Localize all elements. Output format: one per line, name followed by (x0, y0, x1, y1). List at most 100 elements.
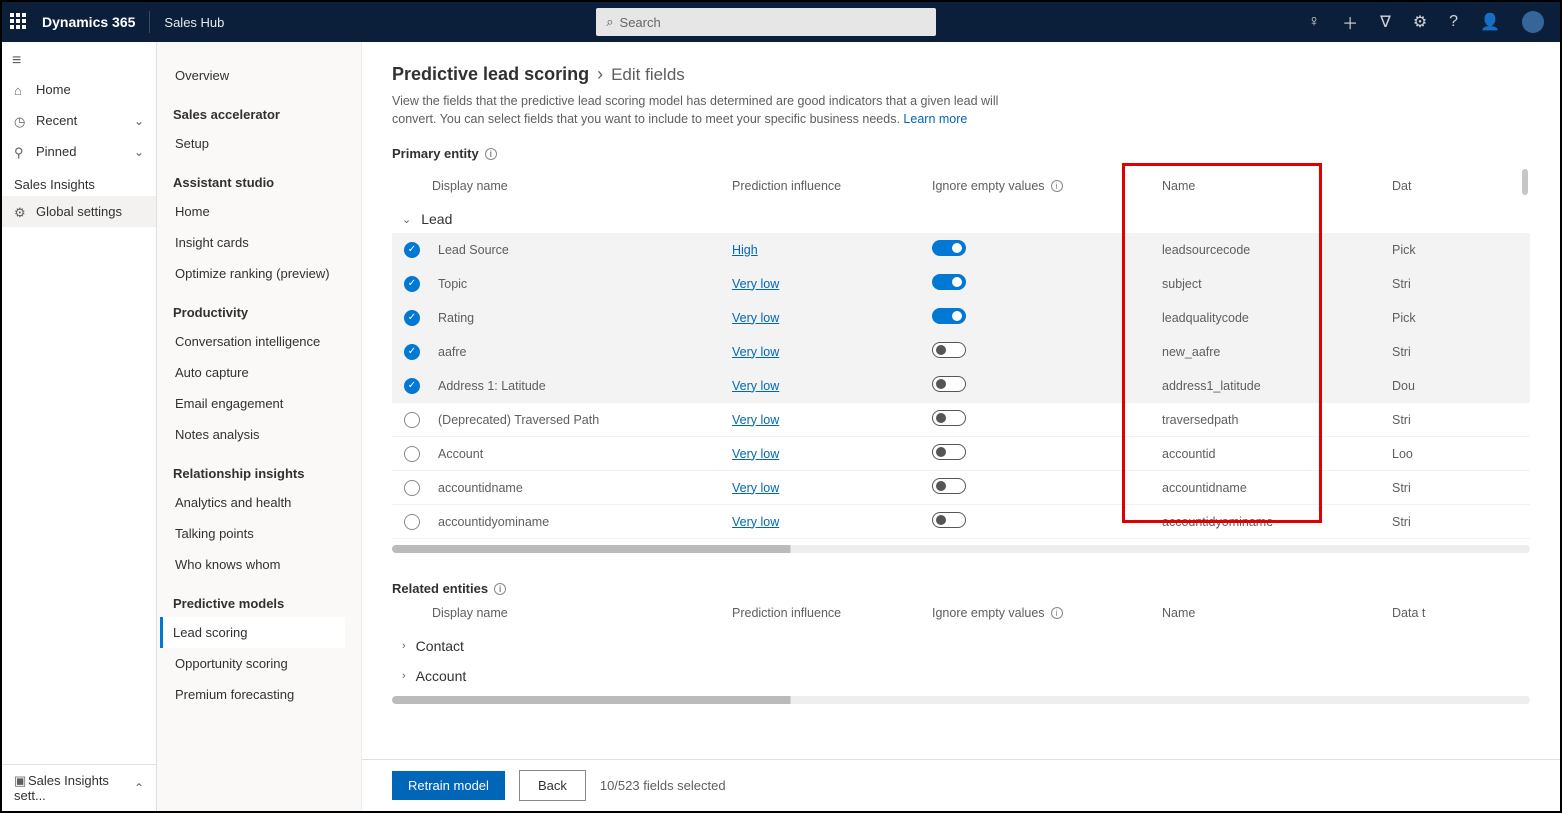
row-checkbox[interactable] (404, 446, 420, 462)
prediction-influence-link[interactable]: Very low (732, 413, 779, 427)
field-row[interactable]: AccountVery lowaccountidLoo (392, 437, 1530, 471)
col-data-type[interactable]: Dat (1392, 179, 1482, 193)
related-entity-row[interactable]: ›Contact (392, 630, 1530, 660)
settings-icon: ⚙ (14, 205, 28, 219)
row-data-type: Pick (1392, 311, 1482, 325)
nav2-link-who-knows-whom[interactable]: Who knows whom (173, 549, 345, 580)
prediction-influence-link[interactable]: Very low (732, 481, 779, 495)
row-name: accountid (1162, 447, 1392, 461)
nav-item-home[interactable]: ⌂Home (2, 74, 156, 105)
prediction-influence-link[interactable]: Very low (732, 515, 779, 529)
info-icon[interactable]: i (1051, 607, 1063, 619)
field-row[interactable]: ✓aafreVery lownew_aafreStri (392, 335, 1530, 369)
breadcrumb-root[interactable]: Predictive lead scoring (392, 64, 589, 85)
nav2-link-premium-forecasting[interactable]: Premium forecasting (173, 679, 345, 710)
nav2-link-insight-cards[interactable]: Insight cards (173, 227, 345, 258)
ignore-empty-toggle[interactable] (932, 478, 966, 494)
col-display-name[interactable]: Display name (432, 606, 732, 620)
related-entity-row[interactable]: ›Account (392, 660, 1530, 690)
nav2-link-optimize-ranking-preview-[interactable]: Optimize ranking (preview) (173, 258, 345, 289)
nav2-link-setup[interactable]: Setup (173, 128, 345, 159)
ignore-empty-toggle[interactable] (932, 274, 966, 290)
user-icon[interactable]: 👤 (1480, 12, 1500, 32)
plus-icon[interactable]: ＋ (1342, 10, 1358, 34)
gear-icon[interactable]: ⚙ (1413, 12, 1427, 32)
avatar-icon[interactable] (1522, 11, 1544, 33)
col-display-name[interactable]: Display name (432, 179, 732, 193)
field-row[interactable]: ✓RatingVery lowleadqualitycodePick (392, 301, 1530, 335)
nav2-link-analytics-and-health[interactable]: Analytics and health (173, 487, 345, 518)
field-row[interactable]: accountidnameVery lowaccountidnameStri (392, 471, 1530, 505)
nav-item-recent[interactable]: ◷Recent⌄ (2, 105, 156, 136)
nav2-link-talking-points[interactable]: Talking points (173, 518, 345, 549)
prediction-influence-link[interactable]: Very low (732, 379, 779, 393)
field-row[interactable]: ✓Address 1: LatitudeVery lowaddress1_lat… (392, 369, 1530, 403)
info-icon[interactable]: i (485, 148, 497, 160)
field-row[interactable]: ✓Lead SourceHighleadsourcecodePick (392, 233, 1530, 267)
row-checkbox[interactable]: ✓ (404, 378, 420, 394)
row-checkbox[interactable]: ✓ (404, 310, 420, 326)
app-name[interactable]: Sales Hub (164, 15, 224, 30)
prediction-influence-link[interactable]: Very low (732, 311, 779, 325)
horizontal-scrollbar[interactable] (392, 545, 1530, 553)
col-prediction-influence[interactable]: Prediction influence (732, 606, 932, 620)
field-row[interactable]: accountidyominameVery lowaccountidyomina… (392, 505, 1530, 539)
col-prediction-influence[interactable]: Prediction influence (732, 179, 932, 193)
row-checkbox[interactable]: ✓ (404, 344, 420, 360)
ignore-empty-toggle[interactable] (932, 376, 966, 392)
ignore-empty-toggle[interactable] (932, 512, 966, 528)
nav2-link-email-engagement[interactable]: Email engagement (173, 388, 345, 419)
nav-label: Home (36, 82, 71, 97)
prediction-influence-link[interactable]: Very low (732, 345, 779, 359)
row-data-type: Pick (1392, 243, 1482, 257)
nav2-link-home[interactable]: Home (173, 196, 345, 227)
row-checkbox[interactable]: ✓ (404, 242, 420, 258)
row-checkbox[interactable]: ✓ (404, 276, 420, 292)
back-button[interactable]: Back (519, 770, 586, 801)
search-input[interactable]: ⌕ Search (596, 8, 936, 36)
entity-group-row[interactable]: ⌄ Lead (392, 203, 1530, 233)
prediction-influence-link[interactable]: High (732, 243, 758, 257)
prediction-influence-link[interactable]: Very low (732, 277, 779, 291)
prediction-influence-link[interactable]: Very low (732, 447, 779, 461)
filter-icon[interactable]: ∇ (1380, 12, 1391, 32)
lightbulb-icon[interactable]: ♀ (1308, 13, 1320, 31)
col-name[interactable]: Name (1162, 606, 1392, 620)
nav2-link-opportunity-scoring[interactable]: Opportunity scoring (173, 648, 345, 679)
ignore-empty-toggle[interactable] (932, 444, 966, 460)
col-name[interactable]: Name (1162, 179, 1392, 193)
row-checkbox[interactable] (404, 480, 420, 496)
app-launcher-icon[interactable] (10, 13, 28, 31)
col-ignore-empty[interactable]: Ignore empty values (932, 606, 1045, 620)
nav-item-global-settings[interactable]: ⚙Global settings (2, 196, 156, 227)
col-ignore-empty[interactable]: Ignore empty values (932, 179, 1045, 193)
row-checkbox[interactable] (404, 514, 420, 530)
row-display-name: Lead Source (432, 243, 732, 257)
field-row[interactable]: ✓TopicVery lowsubjectStri (392, 267, 1530, 301)
nav-item-pinned[interactable]: ⚲Pinned⌄ (2, 136, 156, 167)
ignore-empty-toggle[interactable] (932, 240, 966, 256)
nav2-link-lead-scoring[interactable]: Lead scoring (160, 617, 345, 648)
ignore-empty-toggle[interactable] (932, 342, 966, 358)
row-data-type: Stri (1392, 413, 1482, 427)
nav2-overview[interactable]: Overview (173, 60, 345, 91)
ignore-empty-toggle[interactable] (932, 410, 966, 426)
info-icon[interactable]: i (1051, 180, 1063, 192)
retrain-model-button[interactable]: Retrain model (392, 771, 505, 800)
info-icon[interactable]: i (494, 583, 506, 595)
nav2-link-auto-capture[interactable]: Auto capture (173, 357, 345, 388)
learn-more-link[interactable]: Learn more (903, 112, 967, 126)
nav-label: Pinned (36, 144, 76, 159)
hamburger-icon[interactable]: ≡ (2, 48, 156, 74)
row-name: leadqualitycode (1162, 311, 1392, 325)
nav-footer-item[interactable]: ▣Sales Insights sett... ⌃ (2, 764, 156, 811)
field-row[interactable]: (Deprecated) Traversed PathVery lowtrave… (392, 403, 1530, 437)
help-icon[interactable]: ? (1449, 13, 1458, 31)
ignore-empty-toggle[interactable] (932, 308, 966, 324)
nav2-link-conversation-intelligence[interactable]: Conversation intelligence (173, 326, 345, 357)
vertical-scrollbar[interactable] (1522, 169, 1528, 195)
horizontal-scrollbar[interactable] (392, 696, 1530, 704)
col-data-type[interactable]: Data t (1392, 606, 1482, 620)
nav2-link-notes-analysis[interactable]: Notes analysis (173, 419, 345, 450)
row-checkbox[interactable] (404, 412, 420, 428)
